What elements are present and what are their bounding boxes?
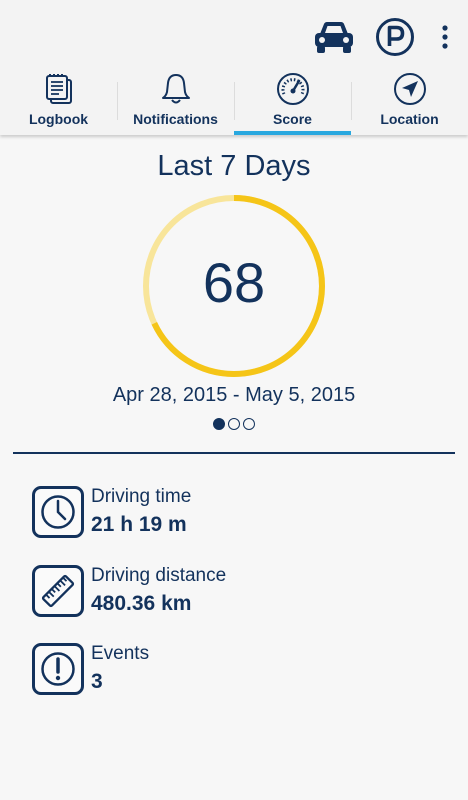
bell-icon xyxy=(159,73,193,105)
ruler-icon xyxy=(32,565,84,617)
clock-icon xyxy=(32,486,84,538)
tab-notifications[interactable]: Notifications xyxy=(117,70,234,135)
page-dot[interactable] xyxy=(213,418,225,430)
stat-label: Events xyxy=(91,643,150,664)
tab-score[interactable]: Score xyxy=(234,70,351,135)
tab-score-label: Score xyxy=(273,111,312,127)
stat-events: Events 3 xyxy=(32,643,452,699)
tab-notifications-label: Notifications xyxy=(133,111,218,127)
exclamation-icon xyxy=(32,643,84,695)
tab-location[interactable]: Location xyxy=(351,70,468,135)
tab-logbook[interactable]: Logbook xyxy=(0,70,117,135)
stat-value: 3 xyxy=(91,670,103,693)
stat-value: 480.36 km xyxy=(91,592,192,615)
app-bar: Logbook Notifications Score Location xyxy=(0,0,468,135)
logbook-icon xyxy=(42,73,76,105)
page-dot[interactable] xyxy=(243,418,255,430)
speedometer-icon xyxy=(276,73,310,105)
period-title: Last 7 Days xyxy=(157,150,311,182)
page-dot[interactable] xyxy=(228,418,240,430)
stat-label: Driving distance xyxy=(91,565,227,586)
section-divider xyxy=(13,452,455,454)
parking-icon xyxy=(376,18,414,56)
car-icon xyxy=(315,22,353,53)
score-value: 68 xyxy=(202,251,266,314)
tab-logbook-label: Logbook xyxy=(28,111,89,127)
overflow-menu-button[interactable] xyxy=(430,14,460,60)
more-vert-icon xyxy=(442,25,448,49)
action-bar xyxy=(312,14,468,60)
stat-label: Driving time xyxy=(91,486,192,507)
parking-button[interactable] xyxy=(372,14,418,60)
stat-driving-time: Driving time 21 h 19 m xyxy=(32,486,452,542)
page-indicator xyxy=(0,418,468,430)
navigation-arrow-icon xyxy=(393,73,427,105)
stat-value: 21 h 19 m xyxy=(91,513,187,536)
stat-driving-distance: Driving distance 480.36 km xyxy=(32,565,452,621)
tab-bar: Logbook Notifications Score Location xyxy=(0,70,468,135)
active-tab-indicator xyxy=(234,131,351,135)
tab-location-label: Location xyxy=(380,111,439,127)
car-button[interactable] xyxy=(312,14,356,60)
date-range: Apr 28, 2015 - May 5, 2015 xyxy=(112,384,356,406)
